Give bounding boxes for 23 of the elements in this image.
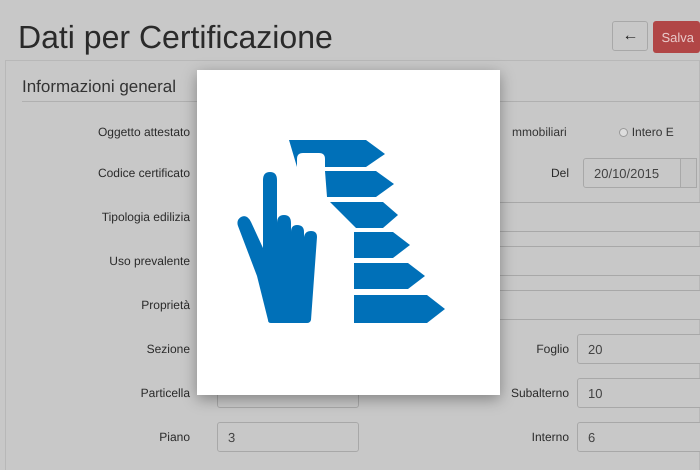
field-label: Del (550, 166, 569, 180)
save-button[interactable]: Salva (653, 21, 700, 53)
calendar-addon[interactable] (681, 158, 697, 188)
field-label: Particella (140, 386, 190, 400)
option-label[interactable]: Intero E (632, 125, 674, 139)
input-field[interactable]: 20 (577, 334, 700, 364)
field-label: Proprietà (141, 298, 190, 312)
field-label: Tipologia edilizia (102, 210, 190, 224)
field-label: Piano (159, 430, 190, 444)
field-label: Interno (532, 430, 569, 444)
input-field[interactable]: 3 (217, 422, 359, 452)
page-title: Dati per Certificazione (18, 18, 333, 56)
radio-icon[interactable] (618, 128, 628, 136)
input-field[interactable]: 6 (577, 422, 700, 452)
field-label: Subalterno (510, 386, 569, 400)
field-label: Codice certificato (98, 166, 190, 180)
back-button[interactable]: ← (612, 21, 648, 51)
field-label: Oggetto attestato (98, 125, 190, 139)
field-label: Foglio (536, 342, 569, 356)
input-field[interactable]: 10 (577, 378, 700, 408)
field-label: Uso prevalente (109, 254, 190, 268)
option-label[interactable]: mmobiliari (512, 125, 567, 139)
field-label: Sezione (146, 342, 190, 356)
